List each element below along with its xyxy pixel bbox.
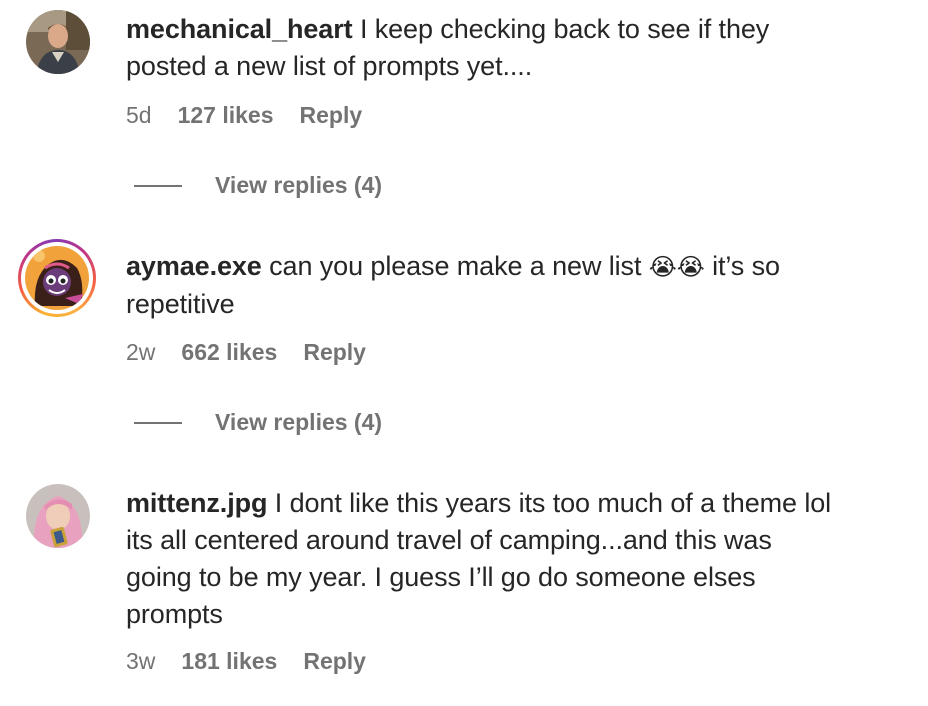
divider-line xyxy=(134,184,182,187)
avatar xyxy=(25,246,89,310)
comment-meta: 5d 127 likes Reply xyxy=(126,102,362,129)
comment-body-line: can you please make a new list xyxy=(269,251,642,281)
avatar[interactable] xyxy=(26,10,90,74)
comment-text: mechanical_heart I keep checking back to… xyxy=(126,11,916,85)
comment-body-line: I dont like this years its too much of a… xyxy=(274,488,832,518)
comment-username[interactable]: mittenz.jpg xyxy=(126,488,267,518)
comment-likes[interactable]: 662 likes xyxy=(181,339,277,366)
view-replies-label: View replies (4) xyxy=(215,409,383,435)
comment-body-line: going to be my year. I guess I’ll go do … xyxy=(126,562,756,592)
comment-time[interactable]: 5d xyxy=(126,102,152,129)
comment-meta: 2w 662 likes Reply xyxy=(126,339,366,366)
view-replies-label: View replies (4) xyxy=(215,172,383,198)
view-replies-button[interactable]: View replies (4) xyxy=(134,172,382,199)
divider-line xyxy=(134,421,182,424)
comment-text: mittenz.jpg I dont like this years its t… xyxy=(126,485,916,633)
comment-username[interactable]: mechanical_heart xyxy=(126,14,353,44)
comment-likes[interactable]: 127 likes xyxy=(178,102,274,129)
comment-body-line: posted a new list of prompts yet.... xyxy=(126,51,533,81)
reply-button[interactable]: Reply xyxy=(300,102,363,129)
cartoon-avatar-icon xyxy=(25,246,89,310)
view-replies-button[interactable]: View replies (4) xyxy=(134,409,382,436)
comment-username[interactable]: aymae.exe xyxy=(126,251,262,281)
avatar[interactable] xyxy=(26,484,90,548)
reply-button[interactable]: Reply xyxy=(303,648,366,675)
comment-body-line: it’s so xyxy=(712,251,780,281)
story-ring[interactable] xyxy=(18,239,96,317)
comment-body-line: prompts xyxy=(126,599,223,629)
comment-text: aymae.exe can you please make a new list… xyxy=(126,248,916,323)
comment-likes[interactable]: 181 likes xyxy=(181,648,277,675)
reply-button[interactable]: Reply xyxy=(303,339,366,366)
avatar-photo-icon xyxy=(26,10,90,74)
comment-body-line: I keep checking back to see if they xyxy=(359,14,770,44)
comment-body-line: its all centered around travel of campin… xyxy=(126,525,772,555)
comment-body-line: repetitive xyxy=(126,289,235,319)
comment-meta: 3w 181 likes Reply xyxy=(126,648,366,675)
comment-time[interactable]: 3w xyxy=(126,648,155,675)
crying-emoji-icon: 😭😭 xyxy=(648,253,705,281)
avatar-photo-icon xyxy=(26,484,90,548)
comment-time[interactable]: 2w xyxy=(126,339,155,366)
